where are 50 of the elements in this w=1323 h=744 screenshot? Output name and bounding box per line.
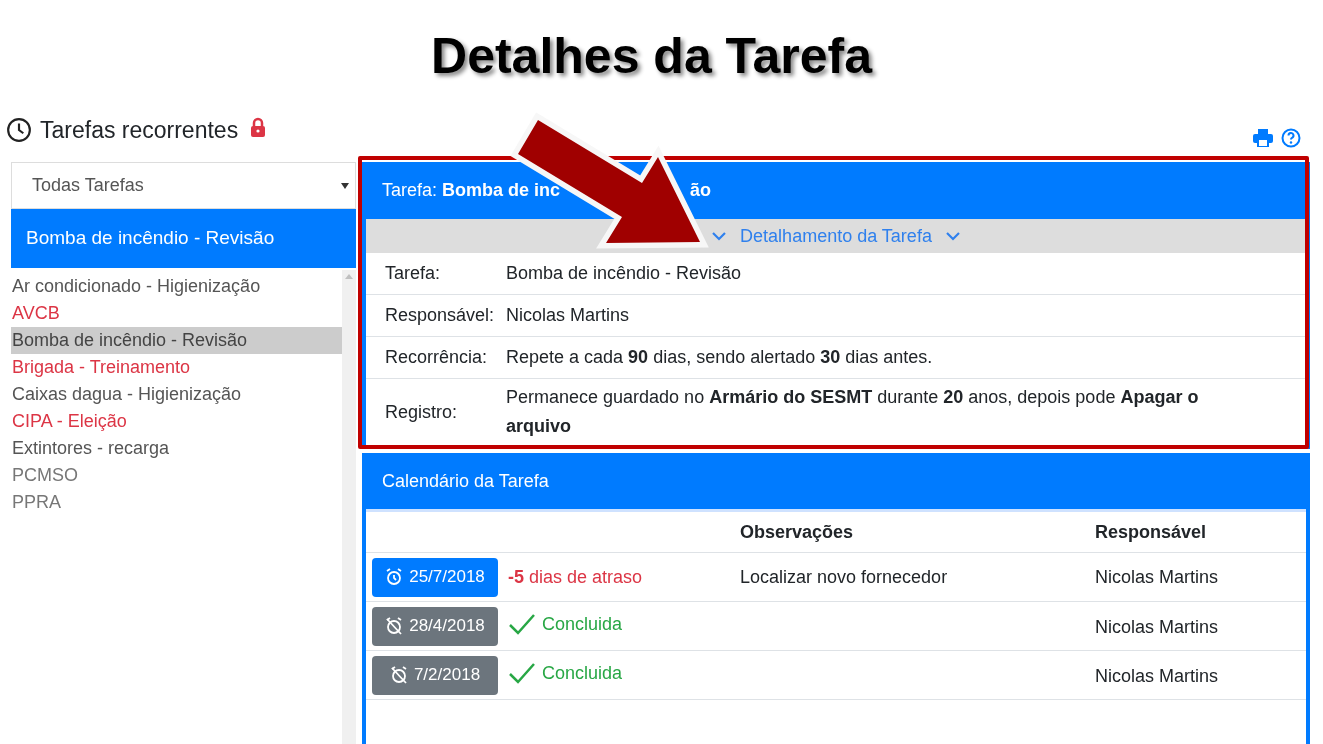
alarm-off-icon [385, 617, 404, 635]
task-list-item[interactable]: AVCB [11, 300, 342, 327]
detail-value: Repete a cada 90 dias, sendo alertado 30 dias antes. [506, 346, 933, 369]
task-list-item[interactable]: Bomba de incêndio - Revisão [11, 327, 342, 354]
status-text: Concluida [542, 612, 623, 636]
date-button[interactable]: 28/4/2018 [372, 606, 498, 646]
task-list-item[interactable]: Extintores - recarga [11, 435, 342, 462]
alarm-clock-icon [385, 568, 404, 586]
status-text: Concluida [542, 661, 623, 685]
clock-icon [6, 117, 32, 143]
task-list-item[interactable]: Brigada - Treinamento [11, 354, 342, 381]
task-list-item[interactable]: Caixas dagua - Higienização [11, 381, 342, 408]
date-button[interactable]: 7/2/2018 [372, 655, 498, 695]
alarm-off-icon [389, 666, 408, 684]
chevron-icon [712, 231, 727, 241]
slide-title: Detalhes da Tarefa [431, 26, 872, 86]
caret-icon [341, 182, 349, 189]
checkmark-icon [508, 662, 536, 684]
task-list-item[interactable]: CIPA - Eleição [11, 408, 342, 435]
detail-label: Responsável: [385, 304, 496, 327]
date-button[interactable]: 25/7/2018 [372, 557, 498, 597]
details-header-text: Tarefa: Bomba de inc [382, 179, 561, 202]
print-icon[interactable] [1253, 129, 1273, 147]
table-cell-text: Nicolas Martins [1095, 664, 1219, 688]
detail-label: Registro: [385, 400, 459, 424]
detail-value: Nicolas Martins [506, 304, 630, 327]
current-task-bar: Bomba de incêndio - Revisão [11, 209, 356, 268]
status-text: -5 dias de atraso [508, 565, 643, 589]
page-title: Tarefas recorrentes [40, 115, 239, 145]
help-icon[interactable] [1281, 128, 1301, 148]
chevron-icon [945, 231, 960, 241]
scroll-arrow-icon [345, 274, 353, 279]
scrollbar[interactable] [342, 270, 356, 744]
table-cell-text: Localizar novo fornecedor [740, 565, 948, 589]
table-cell-text: Nicolas Martins [1095, 615, 1219, 639]
filter-dropdown[interactable]: Todas Tarefas [11, 162, 356, 209]
details-toggle[interactable]: Detalhamento da Tarefa [366, 219, 1306, 253]
table-cell-text: Nicolas Martins [1095, 565, 1219, 589]
column-header: Responsável [1095, 520, 1207, 544]
checkmark-icon [508, 613, 536, 635]
task-list-item[interactable]: PPRA [11, 489, 342, 516]
detail-value: Bomba de incêndio - Revisão [506, 262, 742, 285]
task-list-item[interactable]: Ar condicionado - Higienização [11, 273, 342, 300]
details-header-text: ão [690, 179, 712, 202]
calendar-header: Calendário da Tarefa [366, 453, 1306, 509]
column-header: Observações [740, 520, 855, 544]
detail-label: Recorrência: [385, 346, 489, 369]
detail-value: Permanece guardado no Armário do SESMT durante 20 anos, depois pode Apagar o arquivo [506, 386, 1200, 438]
detail-label: Tarefa: [385, 262, 442, 285]
task-list-item[interactable]: PCMSO [11, 462, 342, 489]
